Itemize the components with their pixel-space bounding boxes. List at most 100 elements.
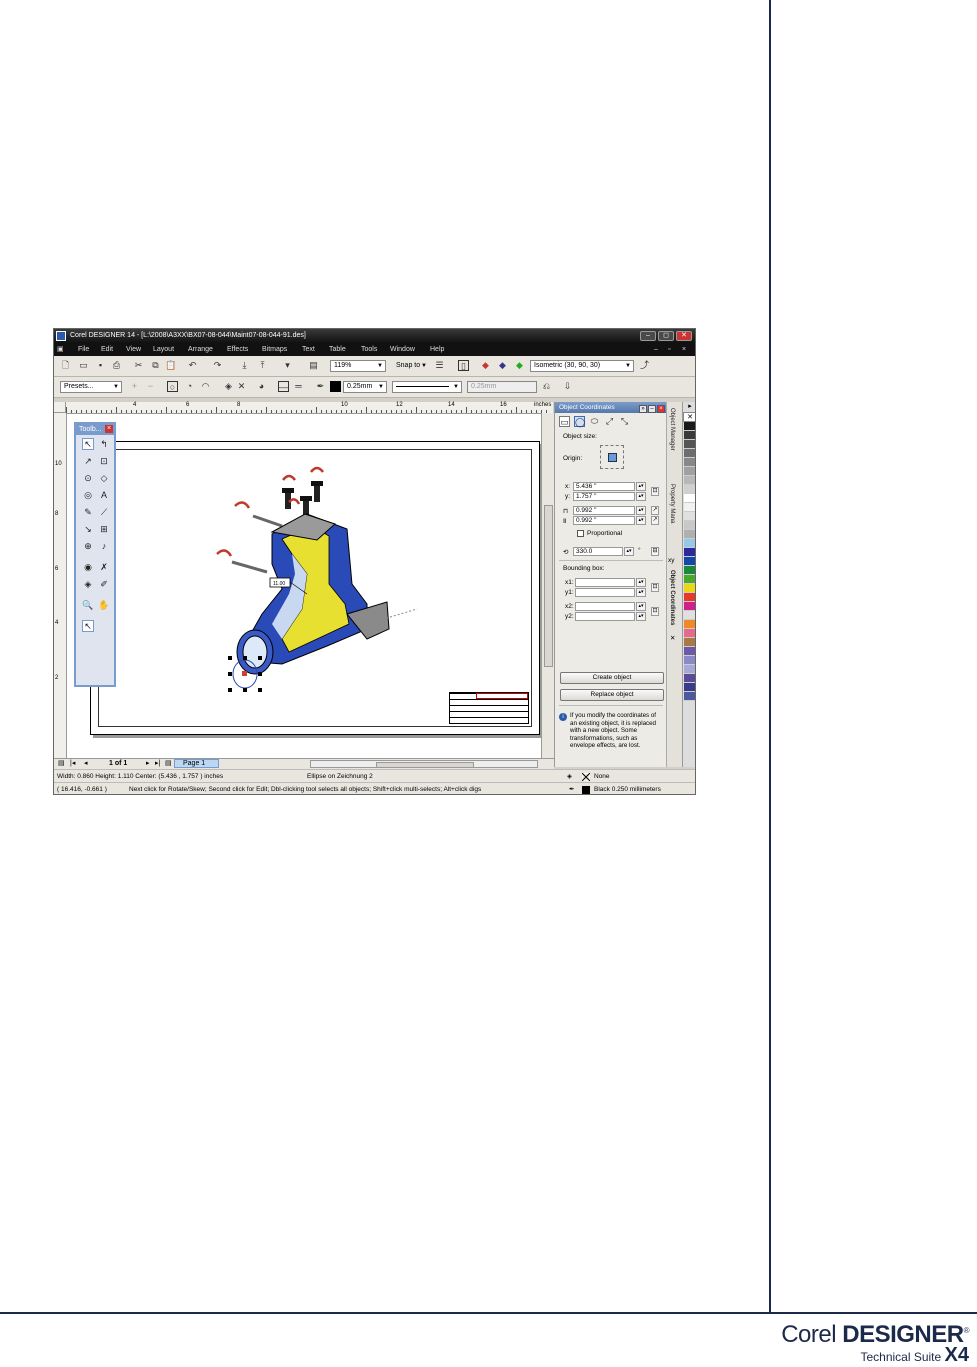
palette-swatch[interactable] [684, 539, 695, 548]
tab-object-coordinates[interactable]: Object Coordinates [669, 570, 675, 625]
bbox-y1-field[interactable] [575, 588, 635, 597]
menu-tools[interactable]: Tools [361, 343, 377, 356]
palette-swatch[interactable] [684, 683, 695, 692]
replace-object-button[interactable]: Replace object [560, 689, 664, 701]
palette-swatch[interactable] [684, 530, 695, 539]
maximize-button[interactable]: ◻ [658, 331, 674, 341]
table-tool-icon[interactable]: ⊞ [98, 523, 110, 535]
bbox-lock-1-icon[interactable]: ⊡ [651, 583, 659, 592]
palette-swatch[interactable] [684, 431, 695, 440]
bbox-x2-field[interactable] [575, 602, 635, 611]
redo-icon[interactable]: ↷ [212, 360, 223, 371]
create-object-button[interactable]: Create object [560, 672, 664, 684]
paint-tool-icon[interactable]: ✗ [98, 561, 110, 573]
close-icon[interactable]: × [105, 425, 113, 433]
height-field[interactable]: 0.992 " [573, 516, 635, 525]
palette-swatch[interactable] [684, 503, 695, 512]
cube-side-icon[interactable]: ◆ [514, 360, 525, 371]
menu-edit[interactable]: Edit [101, 343, 113, 356]
palette-swatch[interactable] [684, 647, 695, 656]
add-preset-icon[interactable]: + [129, 381, 140, 392]
palette-swatch[interactable] [684, 566, 695, 575]
open-icon[interactable]: ▭ [78, 360, 89, 371]
minimize-icon[interactable]: – [648, 405, 656, 413]
add-page-icon[interactable]: ▤ [58, 759, 65, 769]
color-icon[interactable]: ◕ [256, 381, 267, 392]
height-stepper[interactable]: ▴▾ [636, 516, 646, 525]
line-style-icon[interactable]: — [278, 381, 289, 392]
menu-help[interactable]: Help [430, 343, 444, 356]
palette-swatch[interactable] [684, 494, 695, 503]
palette-swatch[interactable] [684, 620, 695, 629]
outline-width-combo[interactable]: 0.25mm ▼ [343, 381, 387, 393]
new-icon[interactable]: 🗋 [60, 360, 71, 371]
width-scale-icon[interactable]: ↗ [651, 506, 659, 515]
zoom-target-icon[interactable]: ⊙ [82, 472, 94, 484]
freehand-tool-icon[interactable]: ↗ [82, 455, 94, 467]
print-icon[interactable]: ⎙ [111, 360, 122, 371]
x-field[interactable]: 5.436 " [573, 482, 635, 491]
y-stepper[interactable]: ▴▾ [636, 492, 646, 501]
vertical-scroll-thumb[interactable] [544, 505, 553, 667]
width-stepper[interactable]: ▴▾ [636, 506, 646, 515]
menu-text[interactable]: Text [302, 343, 315, 356]
origin-center-point[interactable] [608, 453, 617, 462]
text-tool-icon[interactable]: A [98, 489, 110, 501]
snap-to-dropdown[interactable]: Snap to ▼ [392, 360, 430, 372]
bbox-lock-2-icon[interactable]: ⊡ [651, 607, 659, 616]
menu-arrange[interactable]: Arrange [188, 343, 213, 356]
x-stepper[interactable]: ▴▾ [636, 482, 646, 491]
palette-swatch[interactable] [684, 638, 695, 647]
import-icon[interactable]: ⤓ [239, 360, 250, 371]
palette-swatch[interactable] [684, 629, 695, 638]
bbox-y2-field[interactable] [575, 612, 635, 621]
shape-tool-icon[interactable]: ↰ [98, 438, 110, 450]
palette-swatch[interactable] [684, 611, 695, 620]
menu-app-icon[interactable]: ▣ [57, 343, 64, 356]
lock-icon[interactable]: ⊡ [651, 487, 659, 496]
palette-swatch[interactable] [684, 485, 695, 494]
palette-swatch[interactable] [684, 557, 695, 566]
multi-segment-icon[interactable]: ⤡ [619, 416, 630, 427]
palette-scroll-up-icon[interactable]: ▸ [683, 402, 695, 412]
arc-mode-icon[interactable]: ◠ [200, 381, 211, 392]
prev-page-icon[interactable]: ◂ [84, 759, 88, 769]
menu-effects[interactable]: Effects [227, 343, 248, 356]
bbox-y2-stepper[interactable]: ▴▾ [636, 612, 646, 621]
zoom-tool-icon[interactable]: 🔍 [82, 599, 94, 611]
drawing-canvas[interactable]: 11.00 [67, 414, 541, 758]
palette-swatch[interactable] [684, 512, 695, 521]
pen-tool-icon[interactable]: ✎ [82, 506, 94, 518]
undo-icon[interactable]: ↶ [187, 360, 198, 371]
no-color-swatch[interactable]: ✕ [683, 412, 695, 422]
minimize-button[interactable]: – [640, 331, 656, 341]
menu-view[interactable]: View [126, 343, 141, 356]
toolbox-header[interactable]: Toolb... × [76, 424, 114, 435]
palette-swatch[interactable] [684, 467, 695, 476]
add-page-end-icon[interactable]: ▤ [165, 759, 172, 769]
line-style-combo[interactable]: ▼ [392, 381, 462, 393]
proportional-checkbox[interactable] [577, 530, 584, 537]
palette-swatch[interactable] [684, 584, 695, 593]
y-field[interactable]: 1.757 " [573, 492, 635, 501]
tab-object-manager[interactable]: Object Manager [669, 408, 675, 451]
ellipse-tool-icon[interactable]: ◎ [82, 489, 94, 501]
palette-swatch[interactable] [684, 692, 695, 701]
wrap-icon[interactable]: ⎌ [541, 381, 552, 392]
dimension-tool-icon[interactable]: ⟋ [98, 506, 110, 518]
paste-icon[interactable]: 📋 [165, 360, 176, 371]
palette-swatch[interactable] [684, 674, 695, 683]
menu-table[interactable]: Table [329, 343, 346, 356]
bbox-x2-stepper[interactable]: ▴▾ [636, 602, 646, 611]
bbox-x1-stepper[interactable]: ▴▾ [636, 578, 646, 587]
palette-swatch[interactable] [684, 476, 695, 485]
projection-combo[interactable]: Isometric (30, 90, 30) ▼ [530, 360, 634, 372]
palette-swatch[interactable] [684, 602, 695, 611]
polygon-mode-icon[interactable]: ⬭ [589, 416, 600, 427]
ellipse-mode-icon[interactable]: ○ [167, 381, 178, 392]
export-icon[interactable]: ⤒ [257, 360, 268, 371]
close-icon[interactable]: ✕ [670, 634, 675, 642]
cube-top-icon[interactable]: ◆ [480, 360, 491, 371]
palette-swatch[interactable] [684, 548, 695, 557]
welcome-icon[interactable]: ▤ [308, 360, 319, 371]
